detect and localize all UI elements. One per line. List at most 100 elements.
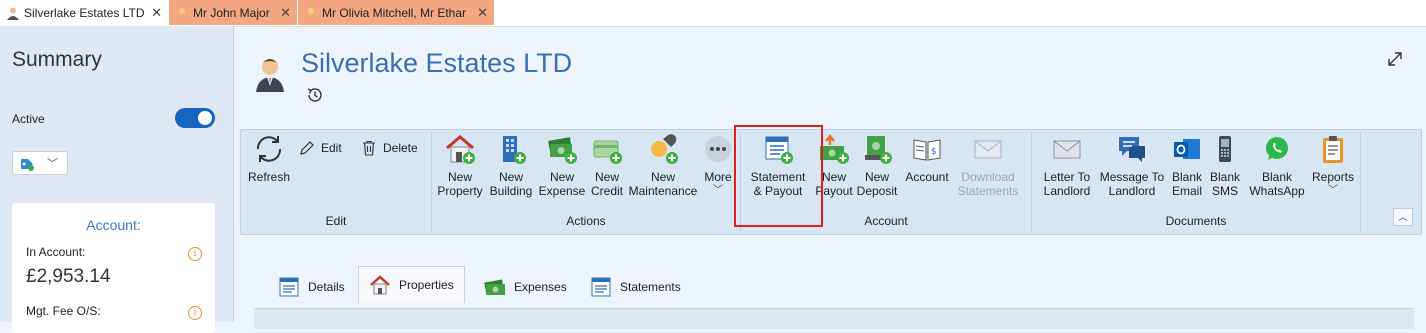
chevron-down-icon: ﹀ bbox=[47, 158, 58, 170]
group-divider bbox=[1031, 132, 1032, 232]
new-deposit-label-2: Deposit bbox=[856, 184, 898, 198]
blank-sms-button[interactable]: Blank SMS bbox=[1207, 132, 1243, 198]
chevron-down-icon: ﹀ bbox=[1328, 185, 1338, 196]
new-expense-button[interactable]: New Expense bbox=[538, 132, 586, 198]
edit-label: Edit bbox=[321, 141, 342, 155]
new-building-button[interactable]: New Building bbox=[487, 132, 535, 198]
clipboard-icon bbox=[1323, 136, 1343, 163]
letter-to-landlord-button[interactable]: Letter To Landlord bbox=[1037, 132, 1097, 198]
new-maintenance-button[interactable]: New Maintenance bbox=[628, 132, 698, 198]
info-icon[interactable]: i bbox=[188, 306, 202, 320]
building-icon bbox=[503, 136, 526, 164]
new-deposit-button[interactable]: New Deposit bbox=[855, 132, 899, 198]
more-label: More bbox=[704, 170, 732, 184]
svg-text:$: $ bbox=[931, 147, 937, 157]
new-payout-label-1: New bbox=[821, 170, 846, 184]
toggle-knob bbox=[198, 111, 212, 125]
tab-olivia-mitchell[interactable]: Mr Olivia Mitchell, Mr Ethar ✕ bbox=[298, 0, 494, 25]
refresh-label: Refresh bbox=[247, 170, 291, 184]
letter-to-landlord-label-1: Letter To bbox=[1043, 170, 1091, 184]
tab-label: Silverlake Estates LTD bbox=[24, 5, 145, 20]
message-to-landlord-button[interactable]: Message To Landlord bbox=[1099, 132, 1165, 198]
tab-silverlake-estates[interactable]: Silverlake Estates LTD ✕ bbox=[0, 0, 168, 25]
reports-button[interactable]: Reports ﹀ bbox=[1311, 132, 1355, 198]
download-statements-button[interactable]: Download Statements bbox=[955, 132, 1021, 198]
cash-icon bbox=[484, 279, 505, 295]
tab-expenses[interactable]: Expenses bbox=[484, 272, 567, 302]
envelope-icon bbox=[974, 140, 1002, 159]
new-property-button[interactable]: New Property bbox=[436, 132, 484, 198]
tab-expenses-label: Expenses bbox=[514, 280, 567, 294]
new-expense-label-1: New bbox=[549, 170, 574, 184]
chat-icon bbox=[1119, 137, 1145, 162]
delete-label: Delete bbox=[383, 141, 418, 155]
tab-john-major[interactable]: Mr John Major ✕ bbox=[169, 0, 297, 25]
account-button[interactable]: $ Account bbox=[902, 132, 952, 184]
wrench-icon bbox=[651, 134, 678, 164]
tab-details-label: Details bbox=[308, 280, 345, 294]
person-avatar-icon bbox=[256, 59, 284, 92]
deposit-icon bbox=[865, 136, 892, 164]
expand-icon[interactable] bbox=[1386, 50, 1404, 68]
new-building-label-2: Building bbox=[489, 184, 533, 198]
delete-button[interactable]: Delete bbox=[361, 140, 418, 156]
info-icon[interactable]: i bbox=[188, 247, 202, 261]
close-icon[interactable]: ✕ bbox=[477, 5, 488, 21]
blank-email-button[interactable]: Blank Email bbox=[1169, 132, 1205, 198]
person-icon bbox=[7, 7, 19, 20]
letter-to-landlord-label-2: Landlord bbox=[1043, 184, 1091, 198]
tab-details[interactable]: Details bbox=[278, 272, 345, 302]
house-icon bbox=[446, 135, 475, 164]
blank-email-label-2: Email bbox=[1171, 184, 1202, 198]
actions-group-label: Actions bbox=[566, 214, 606, 228]
properties-panel bbox=[254, 308, 1414, 329]
group-divider bbox=[431, 132, 432, 232]
tab-properties-label: Properties bbox=[399, 278, 454, 292]
blank-whatsapp-button[interactable]: Blank WhatsApp bbox=[1245, 132, 1309, 198]
new-credit-label-1: New bbox=[594, 170, 619, 184]
tag-dropdown[interactable]: ﹀ bbox=[12, 151, 68, 175]
ledger-icon: $ bbox=[913, 139, 941, 161]
tab-label: Mr John Major bbox=[193, 5, 270, 20]
refresh-button[interactable]: Refresh bbox=[247, 132, 291, 184]
message-to-landlord-label-2: Landlord bbox=[1108, 184, 1156, 198]
new-expense-label-2: Expense bbox=[538, 184, 586, 198]
highlight-box bbox=[734, 125, 823, 227]
summary-sidebar: Summary Active ﹀ Account: In Account: i … bbox=[0, 26, 234, 333]
ribbon-toolbar: Refresh Edit Delete Edit New Property Ne… bbox=[240, 129, 1422, 235]
active-toggle[interactable] bbox=[175, 108, 215, 128]
new-building-label-1: New bbox=[498, 170, 523, 184]
new-credit-button[interactable]: New Credit bbox=[586, 132, 628, 198]
history-icon[interactable] bbox=[306, 86, 324, 104]
close-icon[interactable]: ✕ bbox=[151, 5, 162, 21]
account-label: Account bbox=[905, 170, 949, 184]
in-account-value: £2,953.14 bbox=[26, 266, 111, 287]
summary-title: Summary bbox=[12, 48, 102, 71]
new-property-label-2: Property bbox=[437, 184, 483, 198]
new-property-label-1: New bbox=[447, 170, 472, 184]
collapse-ribbon-button[interactable]: ︿ bbox=[1393, 208, 1413, 226]
new-deposit-label-1: New bbox=[864, 170, 889, 184]
documents-group-label: Documents bbox=[1165, 214, 1227, 228]
reports-label: Reports bbox=[1311, 170, 1355, 184]
edit-button[interactable]: Edit bbox=[299, 140, 342, 156]
whatsapp-icon bbox=[1266, 137, 1288, 160]
outlook-icon bbox=[1174, 139, 1200, 159]
new-maintenance-label-2: Maintenance bbox=[628, 184, 698, 198]
credit-card-icon bbox=[593, 140, 622, 164]
more-button[interactable]: More ﹀ bbox=[701, 132, 735, 198]
tag-icon bbox=[21, 159, 34, 171]
edit-group-label: Edit bbox=[325, 214, 347, 228]
blank-whatsapp-label-2: WhatsApp bbox=[1249, 184, 1305, 198]
refresh-icon bbox=[256, 136, 282, 162]
tab-properties[interactable]: Properties bbox=[358, 266, 465, 303]
statement-icon bbox=[591, 277, 611, 297]
person-icon bbox=[179, 7, 185, 14]
tab-statements[interactable]: Statements bbox=[590, 272, 681, 302]
house-icon bbox=[370, 275, 390, 295]
blank-whatsapp-label-1: Blank bbox=[1261, 170, 1293, 184]
close-icon[interactable]: ✕ bbox=[280, 5, 291, 21]
page-title: Silverlake Estates LTD bbox=[301, 48, 573, 78]
in-account-label: In Account: bbox=[26, 245, 86, 259]
download-statements-label-1: Download bbox=[961, 170, 1015, 184]
